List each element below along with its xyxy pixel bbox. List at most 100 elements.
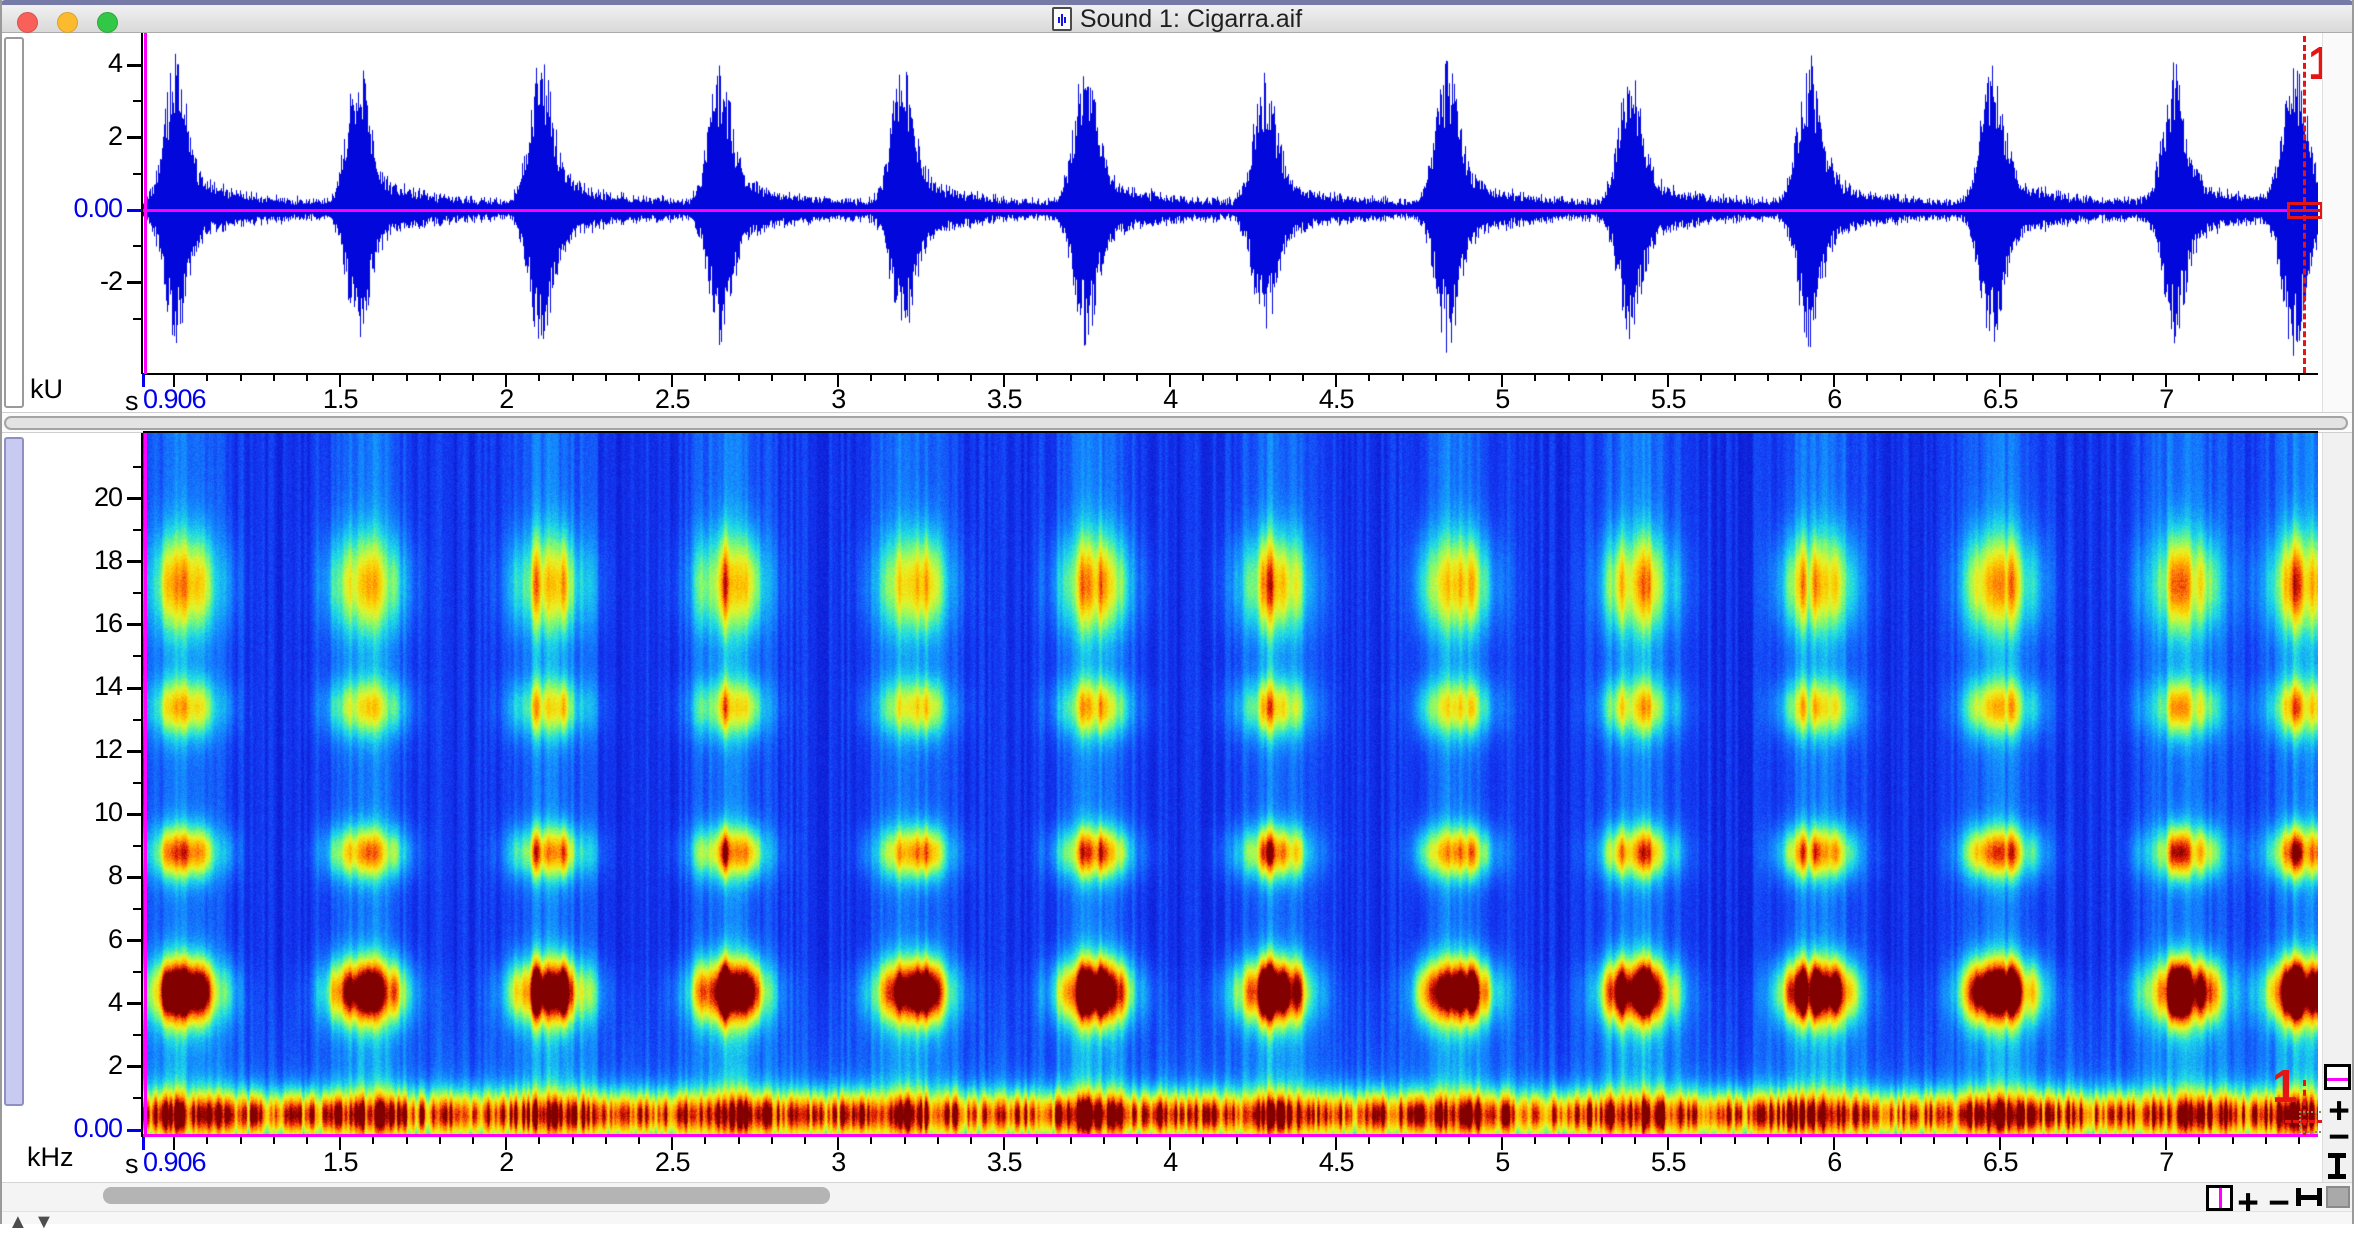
track-stepper-up[interactable]: ▲ (8, 1212, 28, 1232)
time-tick (572, 374, 574, 381)
time-tick (738, 374, 740, 381)
y-tick-label: 2 (34, 121, 122, 152)
spectrogram-plot[interactable] (143, 433, 2318, 1137)
time-tick (1734, 1137, 1736, 1144)
spectrogram-unit-label: kHz (27, 1142, 74, 1173)
time-tick (1933, 374, 1935, 381)
time-tick (704, 1137, 706, 1144)
y-tick (127, 1129, 142, 1132)
time-tick (870, 374, 872, 381)
time-tick (2298, 374, 2300, 381)
time-tick (306, 374, 308, 381)
time-tick (1136, 374, 1138, 381)
waveform-plot[interactable] (143, 33, 2318, 373)
time-tick (1568, 374, 1570, 381)
time-tick-label: 5.5 (1628, 384, 1708, 415)
y-minor-tick (133, 318, 142, 320)
time-tick (771, 1137, 773, 1144)
y-tick-label: 18 (34, 545, 122, 576)
y-minor-tick (133, 845, 142, 847)
time-tick (1302, 1137, 1304, 1144)
y-tick-label: 12 (34, 734, 122, 765)
marker-1-label-spectrogram[interactable]: 1 (2272, 1063, 2298, 1109)
time-cursor-value: 0.906 (143, 1147, 206, 1178)
y-tick-label: 0.00 (34, 193, 122, 224)
time-tick (1700, 1137, 1702, 1144)
y-tick-label: 14 (34, 671, 122, 702)
vertical-zoom-selection-button[interactable] (2324, 1064, 2351, 1090)
time-tick (2232, 374, 2234, 381)
y-minor-tick (133, 466, 142, 468)
time-cursor-line-waveform (144, 33, 147, 374)
time-tick (1103, 374, 1105, 381)
time-tick (2265, 1137, 2267, 1144)
time-tick-label: 5 (1462, 1147, 1542, 1178)
time-tick (1269, 374, 1271, 381)
pane-divider[interactable] (0, 412, 2354, 433)
time-tick (2198, 374, 2200, 381)
waveform-unit-label: kU (30, 374, 63, 405)
y-tick (127, 876, 142, 879)
time-tick (1634, 374, 1636, 381)
horizontal-fit-icon (2296, 1188, 2322, 1206)
time-tick (704, 374, 706, 381)
time-tick (1900, 1137, 1902, 1144)
time-tick (2132, 1137, 2134, 1144)
y-tick (127, 136, 142, 139)
time-tick-label: 6.5 (1960, 384, 2040, 415)
y-tick (127, 623, 142, 626)
time-tick (1468, 1137, 1470, 1144)
time-tick (1036, 1137, 1038, 1144)
y-minor-tick (133, 1097, 142, 1099)
waveform-pane-selector-strip[interactable] (4, 37, 24, 408)
time-tick (1136, 1137, 1138, 1144)
time-tick-label: 6 (1794, 384, 1874, 415)
pane-divider-handle[interactable] (4, 416, 2348, 430)
scrollbar-corner-box (2326, 1186, 2350, 1208)
y-minor-tick (133, 529, 142, 531)
y-tick-label: 6 (34, 924, 122, 955)
time-tick (1534, 374, 1536, 381)
y-tick (127, 560, 142, 563)
time-tick (572, 1137, 574, 1144)
horizontal-fit-button[interactable] (2296, 1188, 2322, 1206)
time-tick (206, 374, 208, 381)
time-tick-label: 1.5 (300, 384, 380, 415)
time-tick (538, 374, 540, 381)
y-tick-label: 10 (34, 797, 122, 828)
y-minor-tick (133, 971, 142, 973)
time-tick (273, 1137, 275, 1144)
window-title: Sound 1: Cigarra.aif (1080, 5, 1302, 34)
time-tick (1767, 1137, 1769, 1144)
time-tick (2099, 374, 2101, 381)
time-tick (1866, 1137, 1868, 1144)
time-tick (1435, 374, 1437, 381)
time-tick (2198, 1137, 2200, 1144)
zero-frequency-cursor-line (143, 1134, 2318, 1137)
horizontal-zoom-selection-button[interactable] (2206, 1185, 2233, 1211)
y-minor-tick (133, 1034, 142, 1036)
y-tick (127, 497, 142, 500)
time-tick-label: 6 (1794, 1147, 1874, 1178)
time-tick (1900, 374, 1902, 381)
y-tick (127, 939, 142, 942)
marker-1-anchor-waveform[interactable] (2287, 202, 2323, 219)
time-tick (1568, 1137, 1570, 1144)
y-tick-label: 16 (34, 608, 122, 639)
horizontal-scrollbar-thumb[interactable] (103, 1187, 830, 1204)
spectrogram-top-border (143, 431, 2318, 433)
time-tick-label: 2.5 (632, 1147, 712, 1178)
time-tick (605, 374, 607, 381)
time-tick-label: 1.5 (300, 1147, 380, 1178)
time-tick (1634, 1137, 1636, 1144)
time-tick (1933, 1137, 1935, 1144)
track-stepper-down[interactable]: ▼ (34, 1212, 54, 1232)
spectrogram-pane-selector-strip[interactable] (4, 437, 24, 1106)
vertical-fit-button[interactable] (2328, 1153, 2346, 1179)
y-tick-label: -2 (34, 266, 122, 297)
time-tick (472, 374, 474, 381)
vertical-zoom-out-button[interactable]: − (2327, 1118, 2351, 1155)
time-tick (904, 1137, 906, 1144)
time-tick (240, 374, 242, 381)
time-tick (1866, 374, 1868, 381)
